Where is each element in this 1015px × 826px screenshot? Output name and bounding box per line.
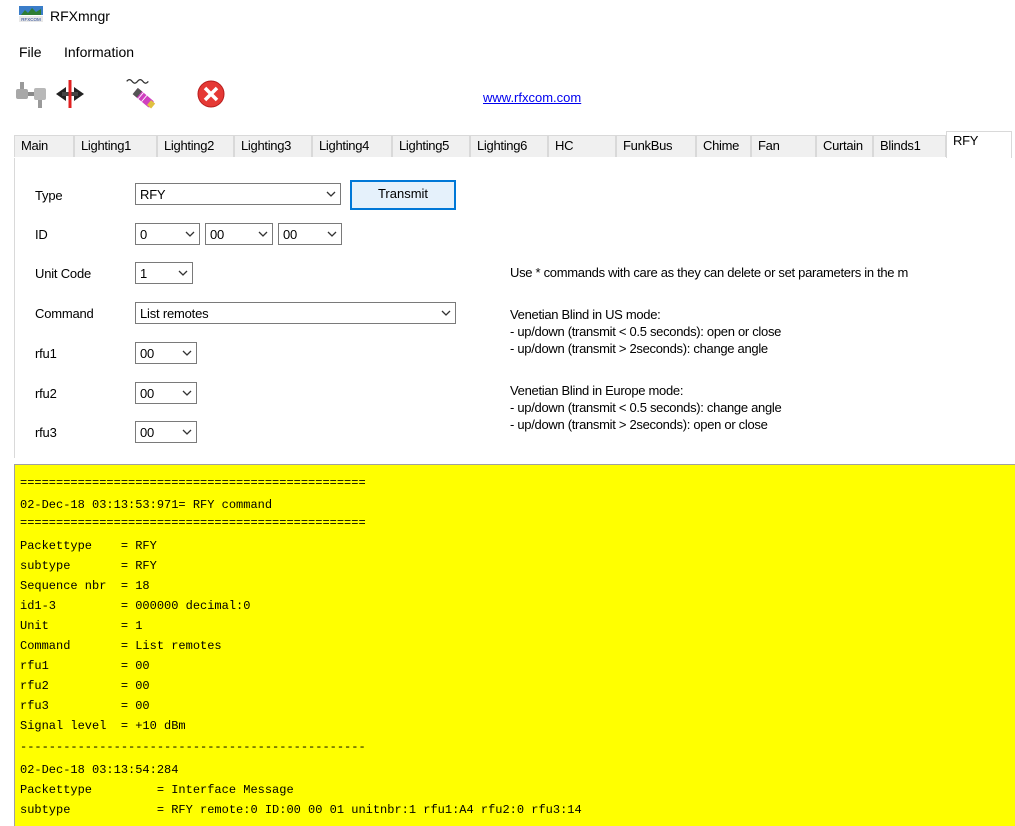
- us-mode-title: Venetian Blind in US mode:: [510, 307, 661, 322]
- disconnect-icon[interactable]: [52, 76, 88, 112]
- type-label: Type: [35, 188, 63, 203]
- tab-rfy[interactable]: RFY: [946, 131, 1012, 159]
- svg-text:RFXCOM: RFXCOM: [21, 17, 41, 22]
- tab-lighting4[interactable]: Lighting4: [312, 135, 392, 157]
- id1-value: 0: [140, 227, 148, 242]
- tab-chime[interactable]: Chime: [696, 135, 751, 157]
- chevron-down-icon: [182, 390, 192, 396]
- unit-code-value: 1: [140, 266, 148, 281]
- rfu3-select[interactable]: 00: [135, 421, 197, 443]
- rfu1-value: 00: [140, 346, 155, 361]
- unit-code-label: Unit Code: [35, 266, 92, 281]
- rfu3-value: 00: [140, 425, 155, 440]
- command-select[interactable]: List remotes: [135, 302, 456, 324]
- rfxcom-logo-icon: RFXCOM: [19, 6, 43, 24]
- id3-select[interactable]: 00: [278, 223, 342, 245]
- type-select[interactable]: RFY: [135, 183, 341, 205]
- tab-main[interactable]: Main: [14, 135, 74, 157]
- log-line: Packettype = Interface Message: [20, 783, 294, 797]
- log-line: rfu1 = 00: [20, 659, 150, 673]
- log-line: ========================================…: [20, 516, 366, 530]
- tab-blinds1[interactable]: Blinds1: [873, 135, 946, 157]
- log-line: Command = List remotes: [20, 639, 222, 653]
- title-bar: RFXCOM RFXmngr: [0, 0, 1015, 36]
- tab-strip: Main Lighting1 Lighting2 Lighting3 Light…: [14, 131, 1015, 159]
- eu-mode-line1: - up/down (transmit < 0.5 seconds): chan…: [510, 400, 782, 415]
- log-line: Packettype = RFY: [20, 539, 157, 553]
- id1-select[interactable]: 0: [135, 223, 200, 245]
- tab-lighting3[interactable]: Lighting3: [234, 135, 312, 157]
- rfxcom-website-link[interactable]: www.rfxcom.com: [483, 90, 581, 105]
- chevron-down-icon: [182, 429, 192, 435]
- menu-file[interactable]: File: [19, 44, 42, 60]
- us-mode-line2: - up/down (transmit > 2seconds): change …: [510, 341, 768, 356]
- log-line: Sequence nbr = 18: [20, 579, 150, 593]
- rfu3-label: rfu3: [35, 425, 57, 440]
- log-line: id1-3 = 000000 decimal:0: [20, 599, 251, 613]
- rfu1-label: rfu1: [35, 346, 57, 361]
- chevron-down-icon: [182, 350, 192, 356]
- eu-mode-line2: - up/down (transmit > 2seconds): open or…: [510, 417, 768, 432]
- tab-curtain[interactable]: Curtain: [816, 135, 873, 157]
- tab-fan[interactable]: Fan: [751, 135, 816, 157]
- tab-lighting2[interactable]: Lighting2: [157, 135, 234, 157]
- chevron-down-icon: [327, 231, 337, 237]
- log-line: subtype = RFY remote:0 ID:00 00 01 unitn…: [20, 803, 582, 817]
- rfu2-value: 00: [140, 386, 155, 401]
- chevron-down-icon: [441, 310, 451, 316]
- sniffer-icon[interactable]: [124, 76, 160, 112]
- command-value: List remotes: [140, 306, 209, 321]
- transmit-button[interactable]: Transmit: [350, 180, 456, 210]
- chevron-down-icon: [185, 231, 195, 237]
- window-title: RFXmngr: [50, 8, 110, 24]
- unit-code-select[interactable]: 1: [135, 262, 193, 284]
- connect-icon[interactable]: [14, 76, 50, 112]
- type-value: RFY: [140, 187, 166, 202]
- id2-select[interactable]: 00: [205, 223, 273, 245]
- us-mode-line1: - up/down (transmit < 0.5 seconds): open…: [510, 324, 782, 339]
- tab-lighting1[interactable]: Lighting1: [74, 135, 157, 157]
- stop-icon[interactable]: [193, 76, 229, 112]
- log-line: rfu3 = 00: [20, 699, 150, 713]
- caution-text: Use * commands with care as they can del…: [510, 265, 909, 280]
- eu-mode-title: Venetian Blind in Europe mode:: [510, 383, 684, 398]
- tab-lighting6[interactable]: Lighting6: [470, 135, 548, 157]
- log-line: rfu2 = 00: [20, 679, 150, 693]
- chevron-down-icon: [258, 231, 268, 237]
- log-output[interactable]: ========================================…: [14, 464, 1015, 826]
- rfu1-select[interactable]: 00: [135, 342, 197, 364]
- log-line: Signal level = +10 dBm: [20, 719, 186, 733]
- id2-value: 00: [210, 227, 225, 242]
- log-line: ========================================…: [20, 476, 366, 490]
- id-label: ID: [35, 227, 48, 242]
- command-label: Command: [35, 306, 94, 321]
- log-line: 02-Dec-18 03:13:53:971= RFY command: [20, 498, 273, 512]
- menu-information[interactable]: Information: [64, 44, 134, 60]
- tab-funkbus[interactable]: FunkBus: [616, 135, 696, 157]
- log-line: subtype = RFY: [20, 559, 157, 573]
- log-line: ----------------------------------------…: [20, 740, 366, 754]
- rfu2-label: rfu2: [35, 386, 57, 401]
- rfu2-select[interactable]: 00: [135, 382, 197, 404]
- id3-value: 00: [283, 227, 298, 242]
- chevron-down-icon: [326, 191, 336, 197]
- tab-lighting5[interactable]: Lighting5: [392, 135, 470, 157]
- log-line: Unit = 1: [20, 619, 143, 633]
- tab-hc[interactable]: HC: [548, 135, 616, 157]
- chevron-down-icon: [178, 270, 188, 276]
- log-line: 02-Dec-18 03:13:54:284: [20, 763, 179, 777]
